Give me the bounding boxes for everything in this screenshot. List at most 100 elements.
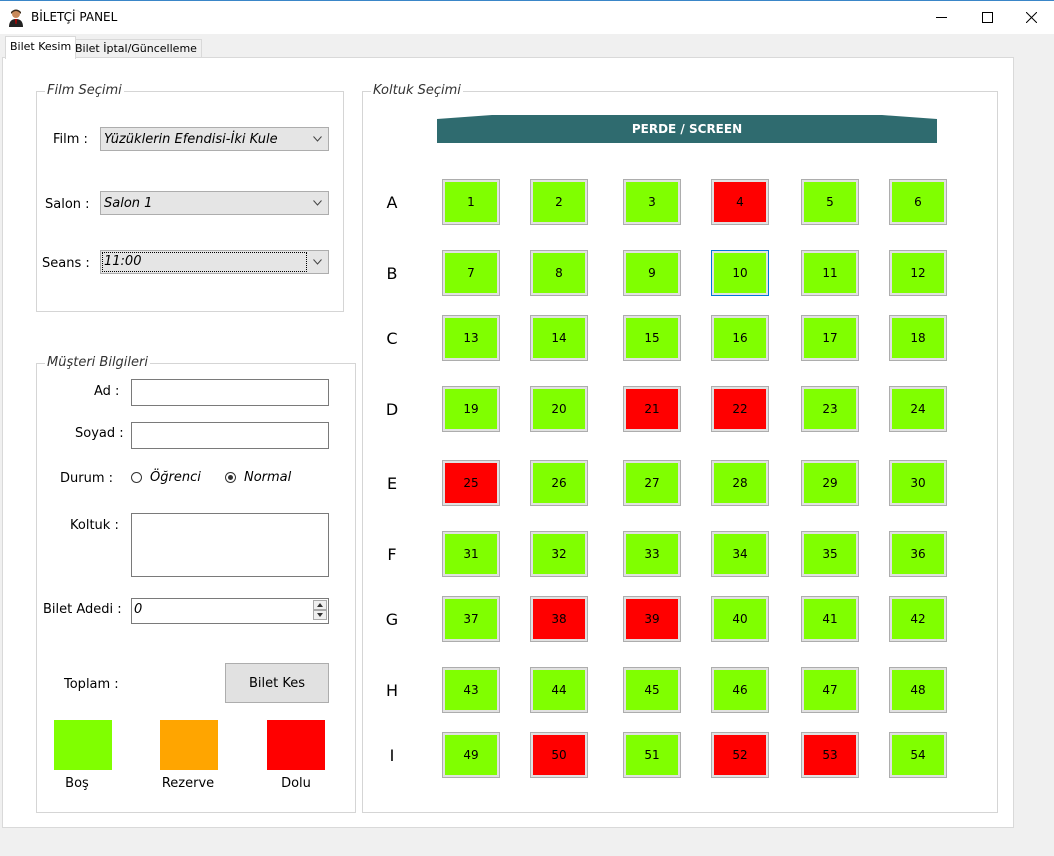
seat-label: 10 [714,253,766,293]
seat-label: 54 [892,735,944,775]
seat-label: 17 [804,318,856,358]
seat-button-8[interactable]: 8 [530,250,588,296]
seat-button-49[interactable]: 49 [442,732,500,778]
seat-label: 52 [714,735,766,775]
seans-dropdown[interactable]: 11:00 [100,250,329,274]
seat-button-5[interactable]: 5 [801,179,859,225]
seat-button-50[interactable]: 50 [530,732,588,778]
seat-button-23[interactable]: 23 [801,386,859,432]
seat-button-17[interactable]: 17 [801,315,859,361]
seat-button-10[interactable]: 10 [711,250,769,296]
seat-button-44[interactable]: 44 [530,667,588,713]
seat-button-11[interactable]: 11 [801,250,859,296]
row-label-i: I [389,746,395,765]
maximize-button[interactable] [964,1,1010,34]
seat-button-29[interactable]: 29 [801,460,859,506]
seat-button-43[interactable]: 43 [442,667,500,713]
seat-label: 14 [533,318,585,358]
koltuk-textarea[interactable] [131,513,329,577]
seat-button-35[interactable]: 35 [801,531,859,577]
title-bar[interactable]: BİLETÇİ PANEL [0,0,1054,34]
seat-button-6[interactable]: 6 [889,179,947,225]
seat-button-16[interactable]: 16 [711,315,769,361]
soyad-input[interactable] [131,422,329,449]
seat-button-45[interactable]: 45 [623,667,681,713]
seat-button-48[interactable]: 48 [889,667,947,713]
seat-button-15[interactable]: 15 [623,315,681,361]
close-button[interactable] [1008,1,1054,34]
minimize-button[interactable] [918,1,964,34]
seat-button-9[interactable]: 9 [623,250,681,296]
ogrenci-radio-label[interactable]: Öğrenci [150,470,201,485]
seat-button-31[interactable]: 31 [442,531,500,577]
seat-button-13[interactable]: 13 [442,315,500,361]
toplam-label: Toplam : [64,677,119,692]
seat-button-28[interactable]: 28 [711,460,769,506]
seat-button-30[interactable]: 30 [889,460,947,506]
bilet-adedi-spin [313,600,327,622]
seat-button-46[interactable]: 46 [711,667,769,713]
seat-button-27[interactable]: 27 [623,460,681,506]
seat-label: 8 [533,253,585,293]
bilet-adedi-stepper[interactable]: 0 [131,598,329,624]
seat-button-24[interactable]: 24 [889,386,947,432]
row-label-d: D [385,400,399,419]
row-label-e: E [386,474,398,493]
salon-dropdown[interactable]: Salon 1 [100,191,329,215]
seat-button-52[interactable]: 52 [711,732,769,778]
normal-radio-label[interactable]: Normal [244,470,291,485]
seat-button-42[interactable]: 42 [889,596,947,642]
tab-bilet-kesim[interactable]: Bilet Kesim [5,36,77,59]
spin-up-button[interactable] [313,600,327,610]
seat-button-2[interactable]: 2 [530,179,588,225]
seat-label: 32 [533,534,585,574]
seat-button-12[interactable]: 12 [889,250,947,296]
seat-button-20[interactable]: 20 [530,386,588,432]
seat-label: 35 [804,534,856,574]
seat-button-37[interactable]: 37 [442,596,500,642]
seat-button-38[interactable]: 38 [530,596,588,642]
screen-banner: PERDE / SCREEN [437,115,937,143]
film-dropdown[interactable]: Yüzüklerin Efendisi-İki Kule [100,127,329,151]
row-label-f: F [387,545,397,564]
seat-button-4[interactable]: 4 [711,179,769,225]
seat-button-26[interactable]: 26 [530,460,588,506]
window-title: BİLETÇİ PANEL [31,10,118,24]
seat-button-3[interactable]: 3 [623,179,681,225]
seat-label: 41 [804,599,856,639]
seat-label: 45 [626,670,678,710]
seat-button-47[interactable]: 47 [801,667,859,713]
tab-bilet-iptal[interactable]: Bilet İptal/Güncelleme [70,39,202,58]
seat-label: 42 [892,599,944,639]
seat-button-21[interactable]: 21 [623,386,681,432]
seat-button-1[interactable]: 1 [442,179,500,225]
seat-label: 2 [533,182,585,222]
seat-label: 30 [892,463,944,503]
chevron-down-icon [313,200,322,206]
seat-button-25[interactable]: 25 [442,460,500,506]
seat-button-18[interactable]: 18 [889,315,947,361]
seat-label: 5 [804,182,856,222]
seat-button-41[interactable]: 41 [801,596,859,642]
seat-button-19[interactable]: 19 [442,386,500,432]
ad-input[interactable] [131,379,329,406]
seat-button-51[interactable]: 51 [623,732,681,778]
seat-button-39[interactable]: 39 [623,596,681,642]
seat-button-34[interactable]: 34 [711,531,769,577]
arrow-up-icon [317,603,323,607]
seat-label: 27 [626,463,678,503]
seat-button-14[interactable]: 14 [530,315,588,361]
seat-button-36[interactable]: 36 [889,531,947,577]
legend-swatch-bos [54,720,112,770]
spin-down-button[interactable] [313,610,327,620]
seat-button-7[interactable]: 7 [442,250,500,296]
ogrenci-radio[interactable] [131,472,142,483]
bilet-kes-button[interactable]: Bilet Kes [225,663,329,703]
seat-button-54[interactable]: 54 [889,732,947,778]
seat-button-53[interactable]: 53 [801,732,859,778]
normal-radio[interactable] [225,472,236,483]
seat-button-32[interactable]: 32 [530,531,588,577]
seat-button-33[interactable]: 33 [623,531,681,577]
seat-button-40[interactable]: 40 [711,596,769,642]
seat-button-22[interactable]: 22 [711,386,769,432]
